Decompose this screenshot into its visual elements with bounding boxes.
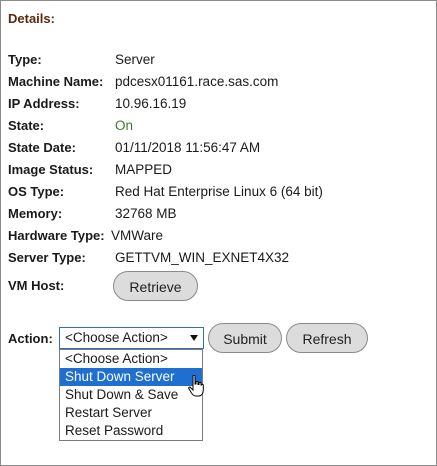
field-label: Machine Name: xyxy=(8,74,104,89)
field-value: 32768 MB xyxy=(115,206,177,221)
action-select-value: <Choose Action> xyxy=(65,330,168,345)
option-shut-down-save[interactable]: Shut Down & Save xyxy=(60,386,202,404)
option-restart-server[interactable]: Restart Server xyxy=(60,404,202,422)
hand-cursor-icon xyxy=(188,375,204,397)
field-label: Hardware Type: xyxy=(8,228,105,243)
field-value: 10.96.16.19 xyxy=(115,96,187,111)
field-value: Server xyxy=(115,52,155,67)
field-label: IP Address: xyxy=(8,96,80,111)
option-shut-down-server[interactable]: Shut Down Server xyxy=(60,368,202,386)
option-choose-action[interactable]: <Choose Action> xyxy=(60,350,202,368)
section-title: Details: xyxy=(8,11,55,26)
field-value: GETTVM_WIN_EXNET4X32 xyxy=(115,250,290,265)
field-label: VM Host: xyxy=(8,278,65,293)
option-reset-password[interactable]: Reset Password xyxy=(60,422,202,440)
field-value: 01/11/2018 11:56:47 AM xyxy=(115,140,261,155)
field-label: Server Type: xyxy=(8,250,86,265)
state-value: On xyxy=(115,118,134,133)
chevron-down-icon xyxy=(190,335,198,341)
field-label: State: xyxy=(8,118,45,133)
field-label: OS Type: xyxy=(8,184,65,199)
refresh-button[interactable]: Refresh xyxy=(286,323,368,353)
field-label: Type: xyxy=(8,52,42,67)
field-value: VMWare xyxy=(111,228,164,243)
field-label: State Date: xyxy=(8,140,76,155)
action-label: Action: xyxy=(8,331,53,346)
retrieve-button[interactable]: Retrieve xyxy=(113,271,198,301)
field-value: MAPPED xyxy=(115,162,173,177)
field-label: Memory: xyxy=(8,206,63,221)
action-dropdown-list: <Choose Action> Shut Down Server Shut Do… xyxy=(59,349,203,441)
field-label: Image Status: xyxy=(8,162,94,177)
field-value: pdcesx01161.race.sas.com xyxy=(115,74,279,89)
submit-button[interactable]: Submit xyxy=(208,323,282,353)
details-panel: Details: Type: Server Machine Name: pdce… xyxy=(0,0,437,466)
action-select[interactable]: <Choose Action> xyxy=(59,327,204,349)
field-value: Red Hat Enterprise Linux 6 (64 bit) xyxy=(115,184,323,199)
